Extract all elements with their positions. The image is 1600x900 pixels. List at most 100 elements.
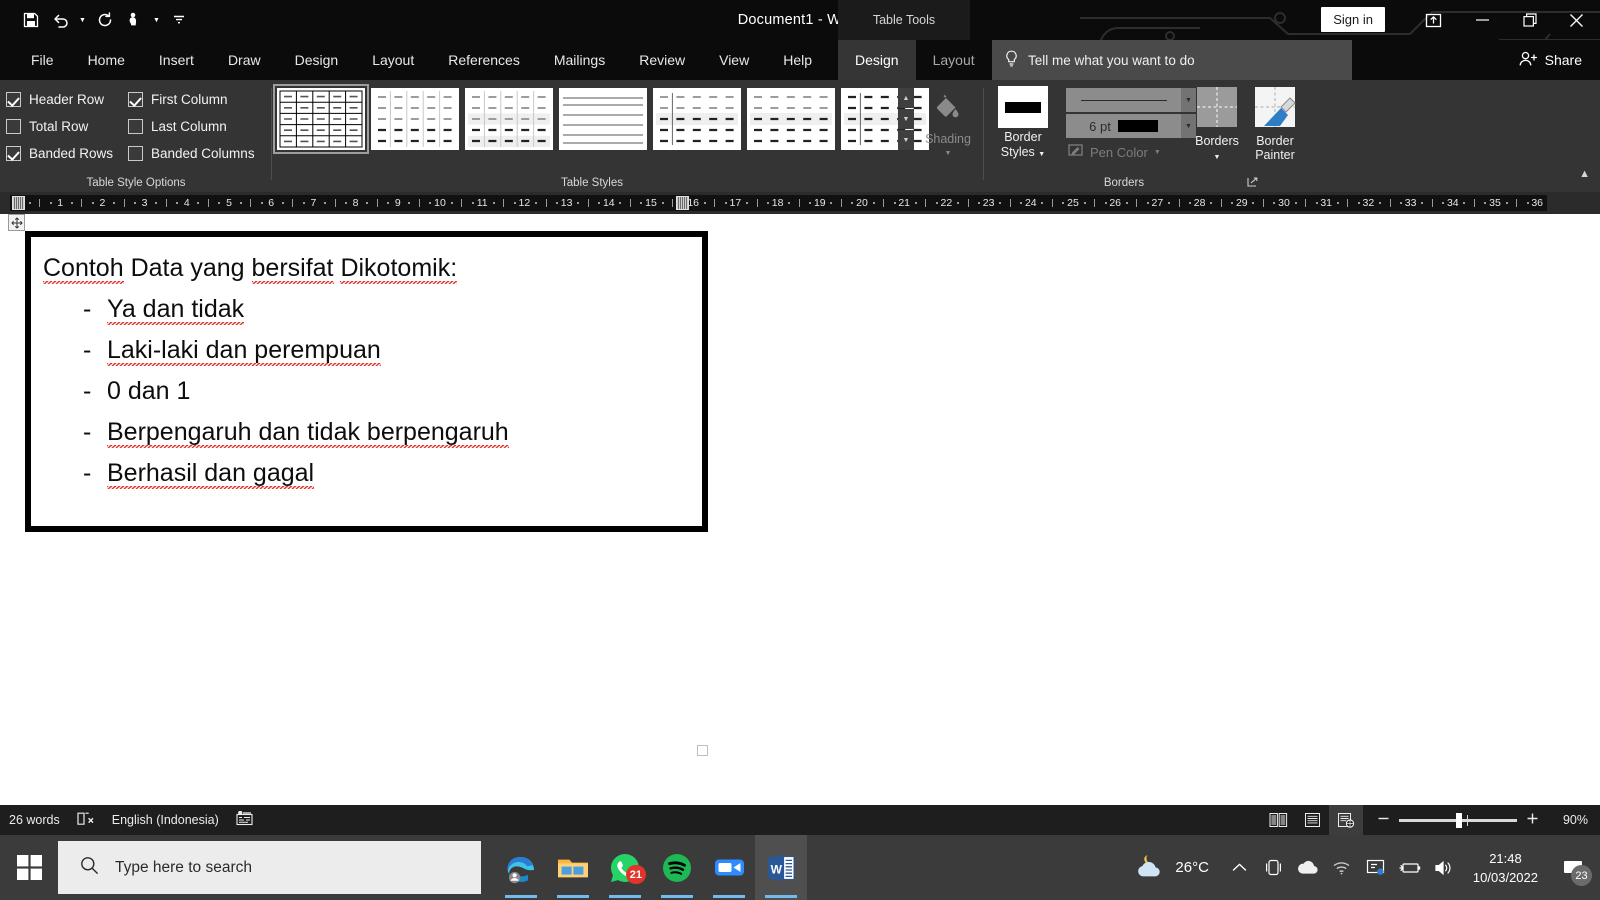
taskbar-search[interactable]: Type here to search xyxy=(58,841,481,894)
checkbox-last-column[interactable]: Last Column xyxy=(128,119,264,134)
tab-references[interactable]: References xyxy=(431,40,537,80)
document-table[interactable]: Contoh Data yang bersifat Dikotomik: - Ya… xyxy=(25,231,708,532)
taskbar-apps[interactable]: 21 W xyxy=(495,835,807,900)
table-style-list-table-2[interactable] xyxy=(653,88,741,150)
share-button[interactable]: Share xyxy=(1519,40,1582,80)
borders-dropdown-icon[interactable]: ▼ xyxy=(1214,151,1221,165)
document-canvas[interactable]: Contoh Data yang bersifat Dikotomik: - Ya… xyxy=(0,214,1600,805)
accessibility-icon[interactable] xyxy=(236,810,253,829)
ruler-column-marker[interactable] xyxy=(676,196,690,210)
taskbar-app-word[interactable]: W xyxy=(755,835,807,900)
language-label[interactable]: English (Indonesia) xyxy=(112,813,219,827)
close-icon[interactable] xyxy=(1553,0,1600,40)
zoom-percent-label[interactable]: 90% xyxy=(1548,813,1588,827)
line-style-field[interactable] xyxy=(1066,88,1181,112)
tab-help[interactable]: Help xyxy=(766,40,829,80)
table-style-list-table-1[interactable] xyxy=(559,88,647,150)
minimize-icon[interactable] xyxy=(1459,0,1506,40)
banded-rows-checkbox-icon[interactable] xyxy=(6,146,21,161)
checkbox-total-row[interactable]: Total Row xyxy=(6,119,128,134)
border-styles-button[interactable]: Border Styles ▼ xyxy=(992,86,1054,170)
borders-button[interactable]: Borders ▼ xyxy=(1188,86,1246,174)
tab-design[interactable]: Design xyxy=(278,40,356,80)
wifi-icon[interactable] xyxy=(1325,835,1359,900)
tab-draw[interactable]: Draw xyxy=(211,40,278,80)
taskbar-app-file-explorer[interactable] xyxy=(547,835,599,900)
last-column-checkbox-icon[interactable] xyxy=(128,119,143,134)
line-weight-field[interactable]: 6 pt xyxy=(1066,114,1181,138)
volume-icon[interactable] xyxy=(1427,835,1461,900)
tab-table-design[interactable]: Design xyxy=(838,40,916,80)
checkbox-banded-columns[interactable]: Banded Columns xyxy=(128,146,264,161)
checkbox-header-row[interactable]: Header Row xyxy=(6,92,128,107)
print-layout-icon[interactable] xyxy=(1295,805,1329,835)
taskbar-app-zoom[interactable] xyxy=(703,835,755,900)
first-column-checkbox-icon[interactable] xyxy=(128,92,143,107)
table-style-list-table-3[interactable] xyxy=(747,88,835,150)
main-tabs[interactable]: File Home Insert Draw Design Layout Refe… xyxy=(14,40,829,80)
header-row-checkbox-icon[interactable] xyxy=(6,92,21,107)
line-style-row[interactable]: ▼ xyxy=(1066,88,1196,112)
ribbon-display-options-icon[interactable] xyxy=(1407,0,1459,40)
bluetooth-device-icon[interactable] xyxy=(1257,835,1291,900)
horizontal-ruler[interactable]: 1 2 3 4 5 6 7 8 9 10 11 12 13 14 15 16 17 18 19 20 21 22 23 24 2… xyxy=(0,192,1600,214)
table-resize-handle[interactable] xyxy=(697,745,708,756)
table-move-handle[interactable] xyxy=(8,214,25,231)
table-tools-tabs[interactable]: Design Layout xyxy=(838,40,992,80)
battery-charging-icon[interactable] xyxy=(1393,835,1427,900)
taskbar-clock[interactable]: 21:48 10/03/2022 xyxy=(1461,849,1550,887)
taskbar-app-edge[interactable] xyxy=(495,835,547,900)
banded-columns-checkbox-icon[interactable] xyxy=(128,146,143,161)
table-style-plain-table-2[interactable] xyxy=(465,88,553,150)
tell-me-search[interactable]: Tell me what you want to do xyxy=(992,40,1352,80)
shading-dropdown-icon[interactable]: ▼ xyxy=(945,150,952,157)
zoom-track[interactable] xyxy=(1399,812,1517,828)
zoom-in-icon[interactable] xyxy=(1526,812,1539,828)
notification-center-button[interactable]: 23 xyxy=(1550,835,1596,900)
checkbox-first-column[interactable]: First Column xyxy=(128,92,264,107)
proofing-icon[interactable] xyxy=(77,811,95,829)
zoom-out-icon[interactable] xyxy=(1377,812,1390,828)
ruler-left-margin-marker[interactable] xyxy=(12,196,25,210)
tab-layout[interactable]: Layout xyxy=(355,40,431,80)
borders-dialog-launcher-icon[interactable] xyxy=(1247,177,1260,190)
tab-view[interactable]: View xyxy=(702,40,766,80)
tab-file[interactable]: File xyxy=(14,40,71,80)
weather-widget[interactable]: 26°C xyxy=(1119,853,1223,883)
zoom-slider[interactable]: 90% xyxy=(1363,812,1588,828)
web-layout-icon[interactable] xyxy=(1329,805,1363,835)
table-cell-content[interactable]: Contoh Data yang bersifat Dikotomik: - Ya… xyxy=(31,237,702,494)
tab-mailings[interactable]: Mailings xyxy=(537,40,622,80)
table-style-grid-table-1[interactable] xyxy=(273,84,369,154)
tab-review[interactable]: Review xyxy=(622,40,702,80)
pen-color-dropdown-icon[interactable]: ▼ xyxy=(1154,149,1161,156)
window-controls[interactable] xyxy=(1407,0,1600,40)
shading-button[interactable]: Shading ▼ xyxy=(918,88,978,164)
total-row-checkbox-icon[interactable] xyxy=(6,119,21,134)
onedrive-icon[interactable] xyxy=(1291,835,1325,900)
read-mode-icon[interactable] xyxy=(1261,805,1295,835)
checkbox-banded-rows[interactable]: Banded Rows xyxy=(6,146,128,161)
ruler-minor-mark xyxy=(429,202,432,204)
table-styles-gallery[interactable] xyxy=(273,84,929,154)
sign-in-button[interactable]: Sign in xyxy=(1321,7,1385,32)
taskbar-app-spotify[interactable] xyxy=(651,835,703,900)
display-settings-icon[interactable] xyxy=(1359,835,1393,900)
search-icon xyxy=(80,856,99,880)
pen-color-button[interactable]: Pen Color ▼ xyxy=(1066,140,1196,164)
restore-icon[interactable] xyxy=(1506,0,1553,40)
ruler-minor-mark xyxy=(809,202,812,204)
start-button[interactable] xyxy=(0,835,58,900)
tab-home[interactable]: Home xyxy=(71,40,142,80)
line-weight-row[interactable]: 6 pt ▼ xyxy=(1066,114,1196,138)
show-hidden-icons-icon[interactable] xyxy=(1223,835,1257,900)
table-style-plain-table-1[interactable] xyxy=(371,88,459,150)
tab-insert[interactable]: Insert xyxy=(142,40,211,80)
list-item-text: 0 dan 1 xyxy=(107,377,191,405)
word-count-label[interactable]: 26 words xyxy=(9,813,60,827)
tab-table-layout[interactable]: Layout xyxy=(916,40,992,80)
collapse-ribbon-icon[interactable]: ▲ xyxy=(1579,168,1590,180)
border-painter-button[interactable]: Border Painter xyxy=(1246,86,1304,174)
taskbar-app-whatsapp[interactable]: 21 xyxy=(599,835,651,900)
zoom-knob[interactable] xyxy=(1456,812,1462,828)
